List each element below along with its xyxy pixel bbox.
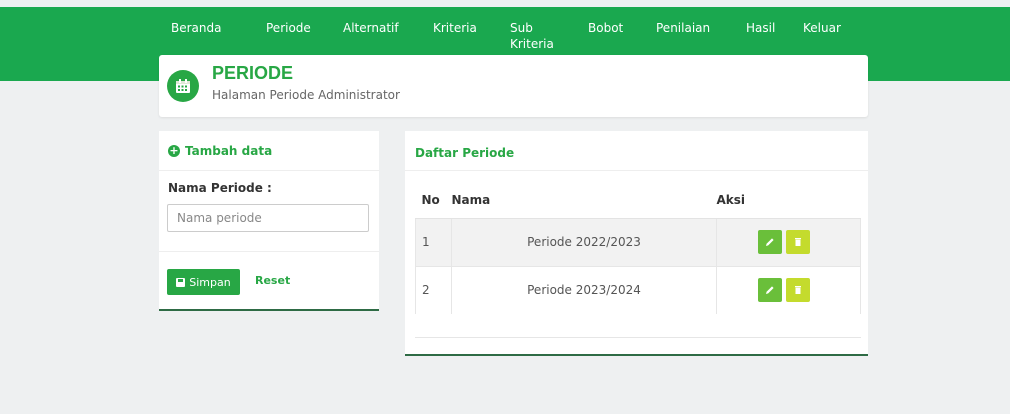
save-icon	[176, 277, 186, 287]
nav-sub-kriteria[interactable]: Sub Kriteria	[510, 20, 555, 52]
pencil-icon	[766, 286, 774, 295]
nav-alternatif[interactable]: Alternatif	[343, 20, 399, 36]
reset-button[interactable]: Reset	[255, 274, 290, 287]
page-subtitle: Halaman Periode Administrator	[212, 88, 400, 102]
trash-icon	[795, 286, 801, 295]
delete-button[interactable]	[786, 278, 810, 303]
page-header: PERIODE Halaman Periode Administrator	[159, 55, 868, 117]
nav-beranda[interactable]: Beranda	[171, 20, 221, 36]
pencil-icon	[766, 238, 774, 246]
row-aksi	[716, 217, 861, 266]
period-list-card: Daftar Periode No Nama Aksi 1 Periode 20…	[405, 131, 868, 356]
nav-hasil[interactable]: Hasil	[746, 20, 775, 36]
table-row: 2 Periode 2023/2024	[415, 265, 861, 314]
add-form-title: + Tambah data	[168, 144, 272, 158]
save-button[interactable]: Simpan	[167, 269, 240, 295]
plus-circle-icon: +	[168, 144, 180, 157]
delete-button[interactable]	[786, 230, 810, 254]
table-header-row: No Nama Aksi	[415, 183, 861, 219]
row-no: 1	[415, 217, 452, 266]
nav-bobot[interactable]: Bobot	[588, 20, 623, 36]
trash-icon	[795, 238, 801, 246]
row-aksi	[716, 265, 861, 314]
row-nama: Periode 2023/2024	[451, 265, 717, 314]
period-list-title: Daftar Periode	[415, 146, 515, 160]
nama-periode-label: Nama Periode :	[168, 181, 272, 195]
add-form-header: + Tambah data	[159, 131, 379, 171]
save-button-label: Simpan	[189, 275, 231, 289]
row-no: 2	[415, 265, 452, 314]
period-table: No Nama Aksi 1 Periode 2022/2023 2 Perio…	[415, 183, 861, 314]
edit-button[interactable]	[758, 230, 782, 254]
add-form-title-label: Tambah data	[185, 144, 273, 158]
edit-button[interactable]	[758, 278, 782, 303]
nav-penilaian[interactable]: Penilaian	[656, 20, 710, 36]
row-nama: Periode 2022/2023	[451, 217, 717, 266]
nama-periode-input[interactable]	[167, 204, 369, 232]
column-header-aksi: Aksi	[716, 183, 861, 219]
calendar-icon	[167, 70, 199, 102]
page-title: PERIODE	[212, 63, 294, 83]
table-row: 1 Periode 2022/2023	[415, 217, 861, 266]
nav-periode[interactable]: Periode	[266, 20, 311, 36]
column-header-nama: Nama	[451, 183, 717, 219]
column-header-no: No	[415, 183, 452, 219]
nav-keluar[interactable]: Keluar	[803, 20, 841, 36]
form-divider	[159, 251, 379, 252]
nav-kriteria[interactable]: Kriteria	[433, 20, 477, 36]
add-form-card: + Tambah data Nama Periode : Simpan Rese…	[159, 131, 379, 311]
period-list-header: Daftar Periode	[405, 131, 868, 171]
table-bottom-border	[415, 337, 861, 338]
